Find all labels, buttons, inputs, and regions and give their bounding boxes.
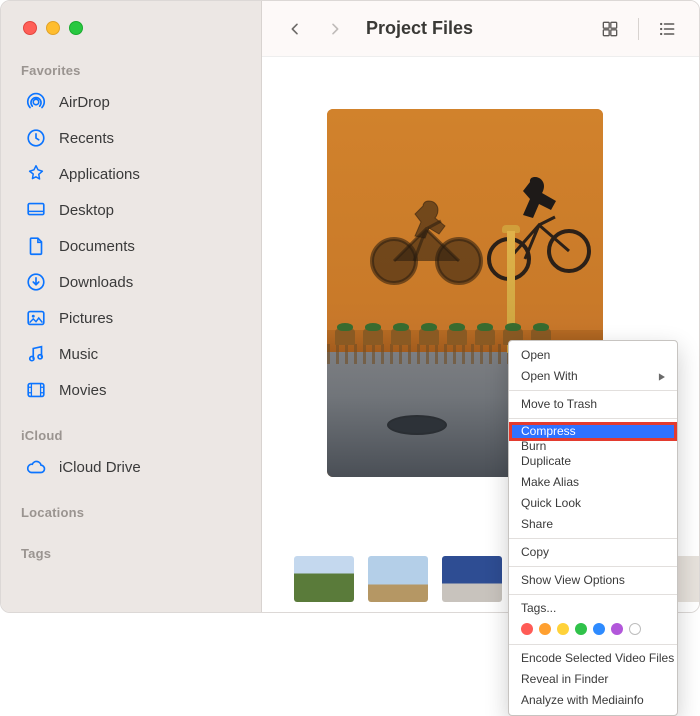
menu-item-show-view-options[interactable]: Show View Options (509, 570, 677, 591)
tag-color-dot[interactable] (611, 623, 623, 635)
sidebar-item-label: Documents (59, 238, 135, 255)
sidebar-item-label: AirDrop (59, 94, 110, 111)
sidebar-item-airdrop[interactable]: AirDrop (19, 84, 243, 120)
sidebar-item-label: iCloud Drive (59, 459, 141, 476)
sidebar-section-icloud: iCloud (21, 428, 243, 443)
menu-item-open[interactable]: Open (509, 345, 677, 366)
menu-item-encode-video[interactable]: Encode Selected Video Files (509, 648, 677, 669)
menu-item-open-with[interactable]: Open With (509, 366, 677, 387)
music-icon (25, 343, 47, 365)
close-window-button[interactable] (23, 21, 37, 35)
document-icon (25, 235, 47, 257)
downloads-icon (25, 271, 47, 293)
sidebar-item-icloud-drive[interactable]: iCloud Drive (19, 449, 243, 485)
sidebar-item-pictures[interactable]: Pictures (19, 300, 243, 336)
tag-color-dot[interactable] (521, 623, 533, 635)
menu-item-share[interactable]: Share (509, 514, 677, 535)
menu-item-move-to-trash[interactable]: Move to Trash (509, 394, 677, 415)
sidebar-section-locations: Locations (21, 505, 243, 520)
sidebar-item-downloads[interactable]: Downloads (19, 264, 243, 300)
menu-item-make-alias[interactable]: Make Alias (509, 472, 677, 493)
sidebar-item-movies[interactable]: Movies (19, 372, 243, 408)
sidebar-item-recents[interactable]: Recents (19, 120, 243, 156)
sidebar-item-label: Movies (59, 382, 107, 399)
sidebar-item-label: Pictures (59, 310, 113, 327)
tag-color-dot[interactable] (557, 623, 569, 635)
menu-item-copy[interactable]: Copy (509, 542, 677, 563)
tag-color-dot[interactable] (575, 623, 587, 635)
toolbar-separator (638, 18, 639, 40)
menu-item-analyze-mediainfo[interactable]: Analyze with Mediainfo (509, 690, 677, 711)
window-controls (19, 1, 243, 53)
toolbar: Project Files (262, 1, 699, 57)
forward-button[interactable] (320, 14, 350, 44)
tag-color-dot[interactable] (539, 623, 551, 635)
sidebar-item-label: Desktop (59, 202, 114, 219)
desktop-icon (25, 199, 47, 221)
menu-item-quick-look[interactable]: Quick Look (509, 493, 677, 514)
sidebar-item-desktop[interactable]: Desktop (19, 192, 243, 228)
menu-item-compress[interactable]: Compress (509, 422, 677, 441)
minimize-window-button[interactable] (46, 21, 60, 35)
sidebar-item-label: Recents (59, 130, 114, 147)
sidebar-section-favorites: Favorites (21, 63, 243, 78)
context-menu: Open Open With Move to Trash Compress Bu… (508, 340, 678, 716)
menu-item-burn[interactable]: Burn (509, 441, 677, 451)
thumbnail-item[interactable] (442, 556, 502, 602)
menu-item-tags[interactable]: Tags... (509, 598, 677, 619)
icon-view-button[interactable] (596, 15, 624, 43)
cloud-icon (25, 456, 47, 478)
thumbnail-item[interactable] (368, 556, 428, 602)
sidebar-section-tags: Tags (21, 546, 243, 561)
menu-item-duplicate[interactable]: Duplicate (509, 451, 677, 472)
tag-color-dot-none[interactable] (629, 623, 641, 635)
sidebar-item-music[interactable]: Music (19, 336, 243, 372)
sidebar-item-label: Music (59, 346, 98, 363)
sidebar-item-applications[interactable]: Applications (19, 156, 243, 192)
sidebar: Favorites AirDrop Recents Applications D… (1, 1, 262, 612)
sidebar-item-label: Applications (59, 166, 140, 183)
back-button[interactable] (280, 14, 310, 44)
clock-icon (25, 127, 47, 149)
list-view-button[interactable] (653, 15, 681, 43)
thumbnail-item[interactable] (294, 556, 354, 602)
menu-item-reveal-in-finder[interactable]: Reveal in Finder (509, 669, 677, 690)
airdrop-icon (25, 91, 47, 113)
movies-icon (25, 379, 47, 401)
tag-color-dot[interactable] (593, 623, 605, 635)
sidebar-item-label: Downloads (59, 274, 133, 291)
pictures-icon (25, 307, 47, 329)
zoom-window-button[interactable] (69, 21, 83, 35)
folder-title: Project Files (366, 18, 586, 39)
sidebar-item-documents[interactable]: Documents (19, 228, 243, 264)
applications-icon (25, 163, 47, 185)
tag-color-picker (509, 619, 677, 641)
